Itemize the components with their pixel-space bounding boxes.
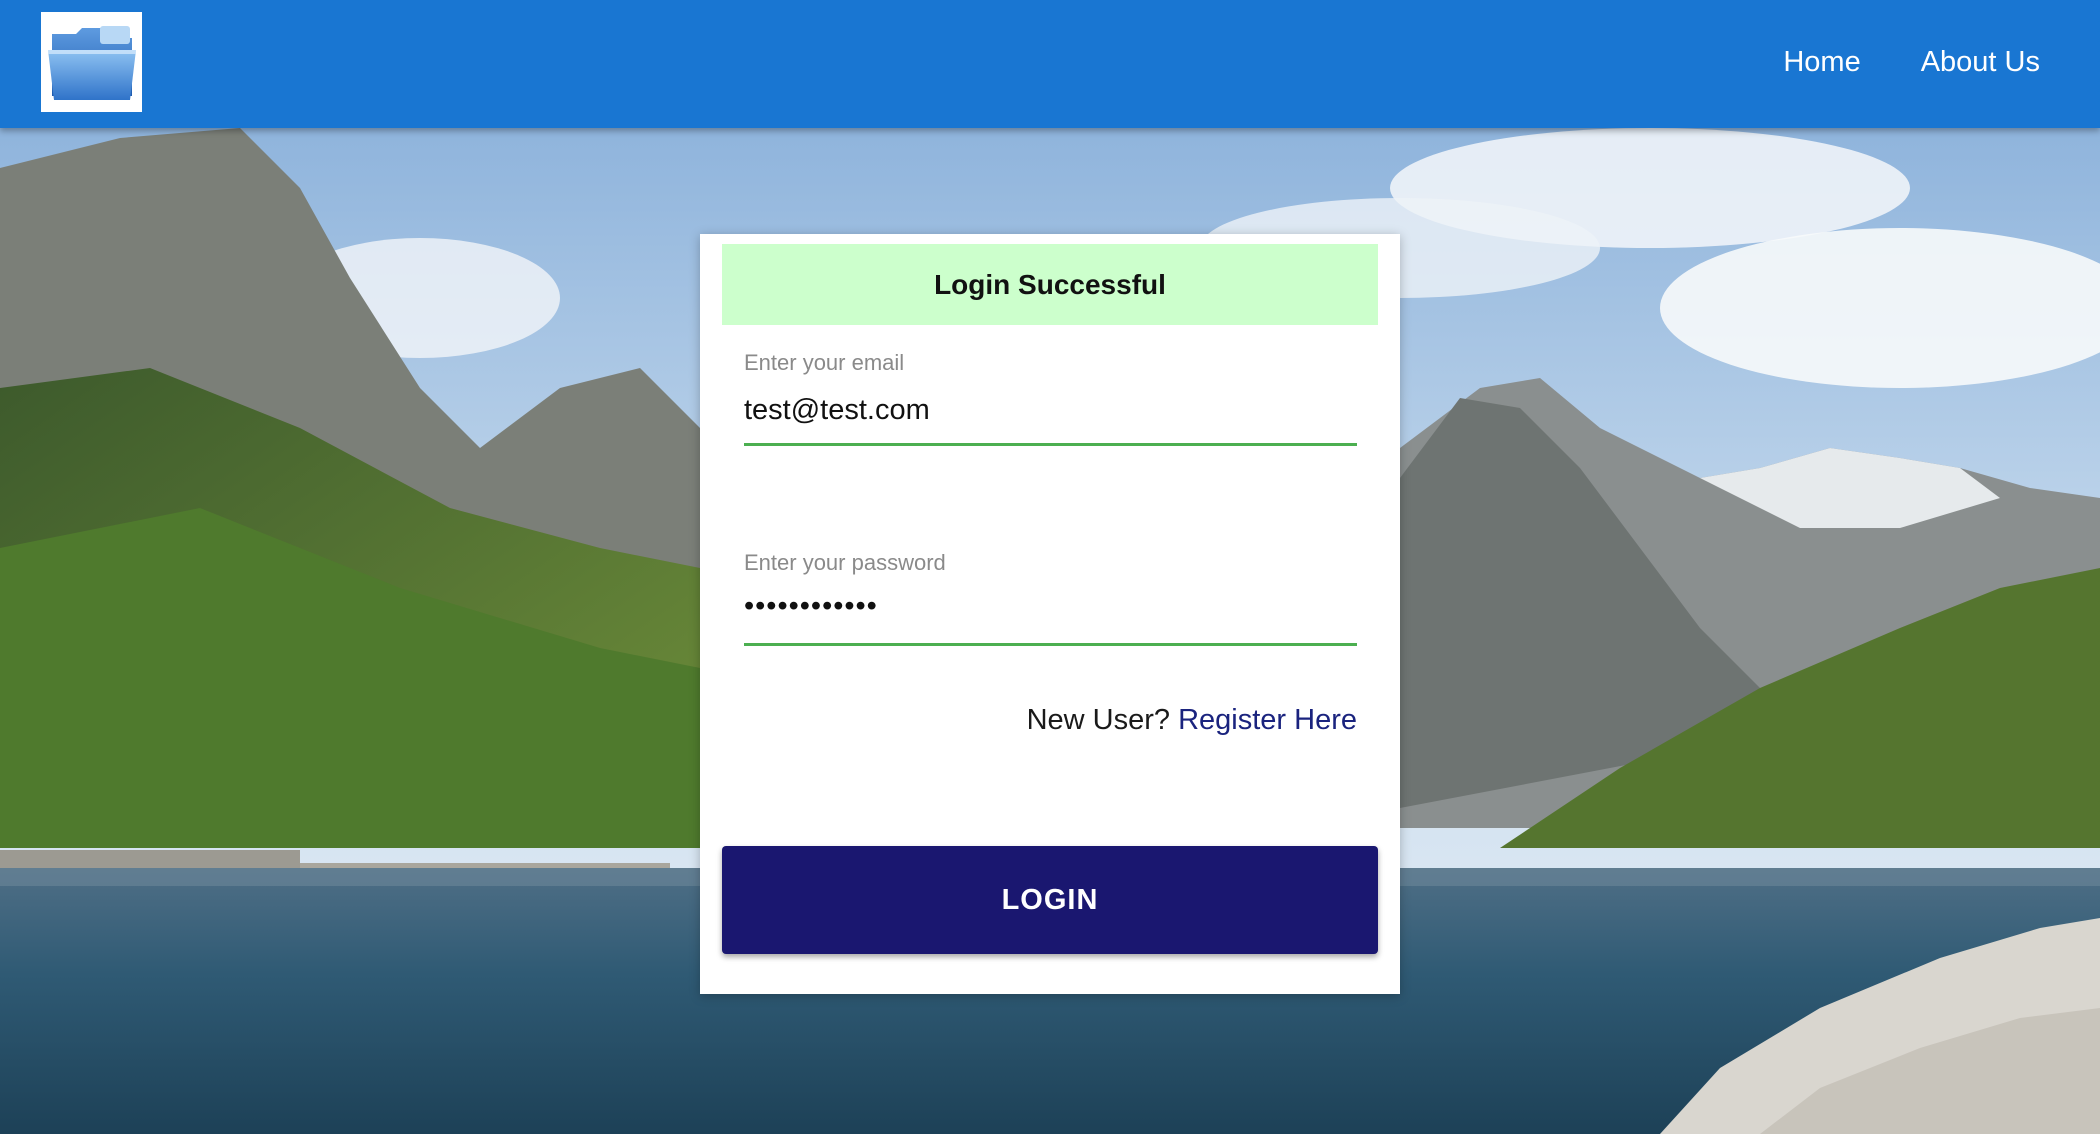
main-nav: Home About Us — [1783, 0, 2040, 124]
email-input[interactable] — [744, 394, 1357, 427]
password-underline — [744, 643, 1357, 646]
app-header: Home About Us — [0, 0, 2100, 128]
login-button[interactable]: LOGIN — [722, 846, 1378, 954]
status-message: Login Successful — [934, 268, 1166, 300]
register-link[interactable]: Register Here — [1178, 704, 1357, 736]
nav-home-link[interactable]: Home — [1783, 46, 1860, 79]
email-label: Enter your email — [744, 350, 905, 375]
nav-about-us-link[interactable]: About Us — [1921, 46, 2040, 79]
password-field[interactable]: Enter your password — [744, 550, 1357, 650]
password-input[interactable] — [744, 590, 1357, 623]
email-underline — [744, 443, 1357, 446]
email-field[interactable]: Enter your email — [744, 350, 1357, 450]
status-banner: Login Successful — [722, 244, 1378, 325]
folder-icon[interactable] — [41, 12, 142, 112]
login-card: Login Successful Enter your email Enter … — [700, 234, 1400, 994]
password-label: Enter your password — [744, 550, 946, 575]
register-prompt-text: New User? — [1026, 704, 1171, 736]
register-prompt: New User? Register Here — [1027, 704, 1357, 737]
